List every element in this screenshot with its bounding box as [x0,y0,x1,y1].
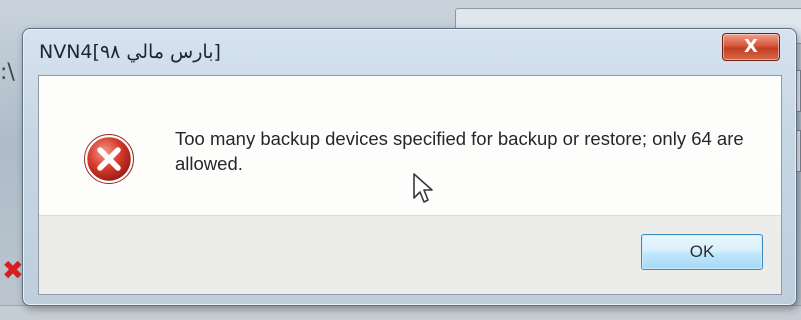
dialog-body: Too many backup devices specified for ba… [38,75,782,295]
mouse-cursor-icon [413,173,433,203]
message-area: Too many backup devices specified for ba… [39,76,781,216]
close-icon: X [744,36,758,57]
ok-button[interactable]: OK [641,234,763,270]
error-message: Too many backup devices specified for ba… [175,128,744,174]
error-icon [84,134,134,184]
error-dialog: NVN4[بارس مالي ٩٨] X Too many backup dev… [22,28,797,306]
background-status-strip [0,305,801,320]
close-button[interactable]: X [722,33,780,61]
button-strip: OK [39,215,781,294]
dialog-titlebar[interactable]: NVN4[بارس مالي ٩٨] X [23,29,796,75]
dialog-title: NVN4[بارس مالي ٩٨] [39,41,221,63]
background-path-label: :\ [0,60,15,85]
